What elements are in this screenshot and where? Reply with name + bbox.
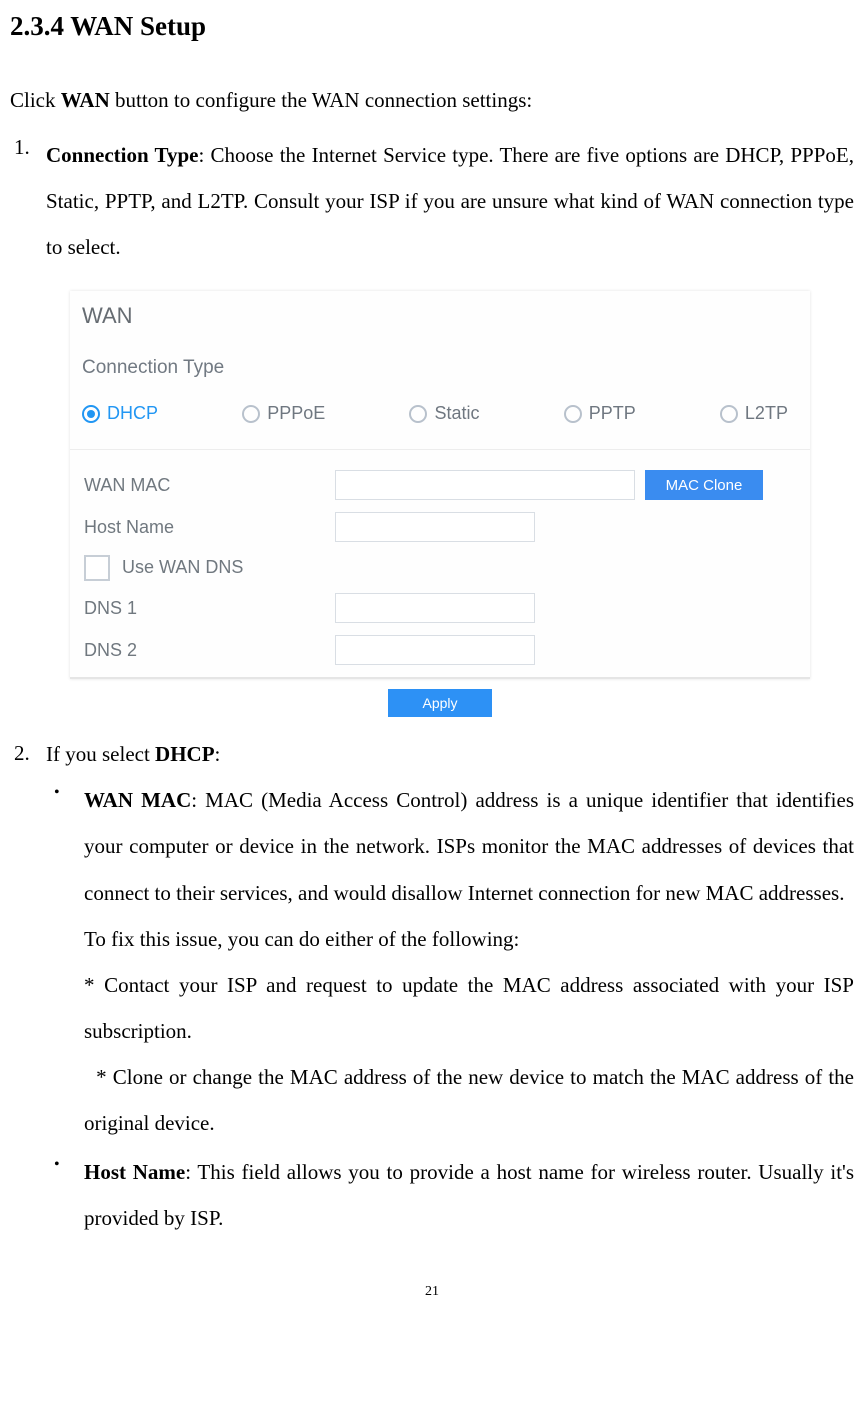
- apply-button[interactable]: Apply: [388, 689, 491, 717]
- wan-mac-input[interactable]: [335, 470, 635, 500]
- mac-clone-button[interactable]: MAC Clone: [645, 470, 763, 500]
- dns2-row: DNS 2: [80, 635, 800, 665]
- item2-after: :: [215, 742, 221, 766]
- bullet-host-name: • Host Name: This field allows you to pr…: [46, 1149, 854, 1241]
- bullet-icon: •: [46, 1149, 84, 1241]
- wan-mac-label: WAN MAC: [80, 472, 335, 499]
- connection-type-radios: DHCP PPPoE Static PPTP L2TP: [80, 400, 800, 427]
- dns1-label: DNS 1: [80, 595, 335, 622]
- bullet-icon: •: [46, 777, 84, 1147]
- dns1-input[interactable]: [335, 593, 535, 623]
- host-name-row: Host Name: [80, 512, 800, 542]
- item2-before: If you select: [46, 742, 155, 766]
- intro-after: button to configure the WAN connection s…: [110, 88, 532, 112]
- dns1-row: DNS 1: [80, 593, 800, 623]
- bullet-hostname-text: : This field allows you to provide a hos…: [84, 1160, 854, 1230]
- item1-bold: Connection Type: [46, 143, 198, 167]
- bullet-hostname-bold: Host Name: [84, 1160, 185, 1184]
- host-name-label: Host Name: [80, 514, 335, 541]
- section-heading: 2.3.4 WAN Setup: [10, 6, 854, 47]
- intro-bold: WAN: [61, 88, 110, 112]
- bullet-wanmac-p2: To fix this issue, you can do either of …: [84, 916, 854, 962]
- radio-l2tp[interactable]: L2TP: [720, 400, 788, 427]
- connection-type-label: Connection Type: [82, 354, 800, 383]
- radio-icon: [564, 405, 582, 423]
- item2-number: 2.: [10, 738, 46, 772]
- wan-mac-row: WAN MAC MAC Clone: [80, 470, 800, 500]
- divider: [70, 449, 810, 450]
- host-name-input[interactable]: [335, 512, 535, 542]
- radio-pppoe-label: PPPoE: [267, 400, 325, 427]
- list-item-1: 1. Connection Type: Choose the Internet …: [10, 132, 854, 271]
- bullet-wanmac-p1: : MAC (Media Access Control) address is …: [84, 788, 854, 904]
- intro-paragraph: Click WAN button to configure the WAN co…: [10, 85, 854, 117]
- radio-icon: [242, 405, 260, 423]
- radio-icon: [720, 405, 738, 423]
- item2-bold: DHCP: [155, 742, 215, 766]
- radio-static[interactable]: Static: [409, 400, 479, 427]
- radio-dhcp-label: DHCP: [107, 400, 158, 427]
- use-wan-dns-checkbox[interactable]: [84, 555, 110, 581]
- radio-pppoe[interactable]: PPPoE: [242, 400, 325, 427]
- bullet-wanmac-p3: * Contact your ISP and request to update…: [84, 962, 854, 1054]
- dns2-input[interactable]: [335, 635, 535, 665]
- bullet-wanmac-bold: WAN MAC: [84, 788, 191, 812]
- bullet-host-name-body: Host Name: This field allows you to prov…: [84, 1149, 854, 1241]
- radio-dhcp[interactable]: DHCP: [82, 400, 158, 427]
- wan-panel-title: WAN: [82, 299, 800, 332]
- bullet-wan-mac: • WAN MAC: MAC (Media Access Control) ad…: [46, 777, 854, 1147]
- radio-dot-icon: [87, 410, 95, 418]
- radio-static-label: Static: [434, 400, 479, 427]
- use-wan-dns-label: Use WAN DNS: [122, 554, 243, 581]
- bullet-wan-mac-body: WAN MAC: MAC (Media Access Control) addr…: [84, 777, 854, 1147]
- radio-pptp[interactable]: PPTP: [564, 400, 636, 427]
- radio-icon: [82, 405, 100, 423]
- wan-panel: WAN Connection Type DHCP PPPoE Static PP…: [70, 291, 810, 680]
- radio-l2tp-label: L2TP: [745, 400, 788, 427]
- item2-body: If you select DHCP:: [46, 738, 854, 772]
- radio-pptp-label: PPTP: [589, 400, 636, 427]
- radio-icon: [409, 405, 427, 423]
- item1-body: Connection Type: Choose the Internet Ser…: [46, 132, 854, 271]
- intro-before: Click: [10, 88, 61, 112]
- apply-row: Apply: [70, 679, 810, 724]
- wan-screenshot: WAN Connection Type DHCP PPPoE Static PP…: [70, 291, 810, 724]
- use-wan-dns-row: Use WAN DNS: [84, 554, 800, 581]
- item1-number: 1.: [10, 132, 46, 271]
- page-number: 21: [10, 1281, 854, 1302]
- bullet-wanmac-p4: * Clone or change the MAC address of the…: [84, 1054, 854, 1146]
- dns2-label: DNS 2: [80, 637, 335, 664]
- list-item-2: 2. If you select DHCP:: [10, 738, 854, 772]
